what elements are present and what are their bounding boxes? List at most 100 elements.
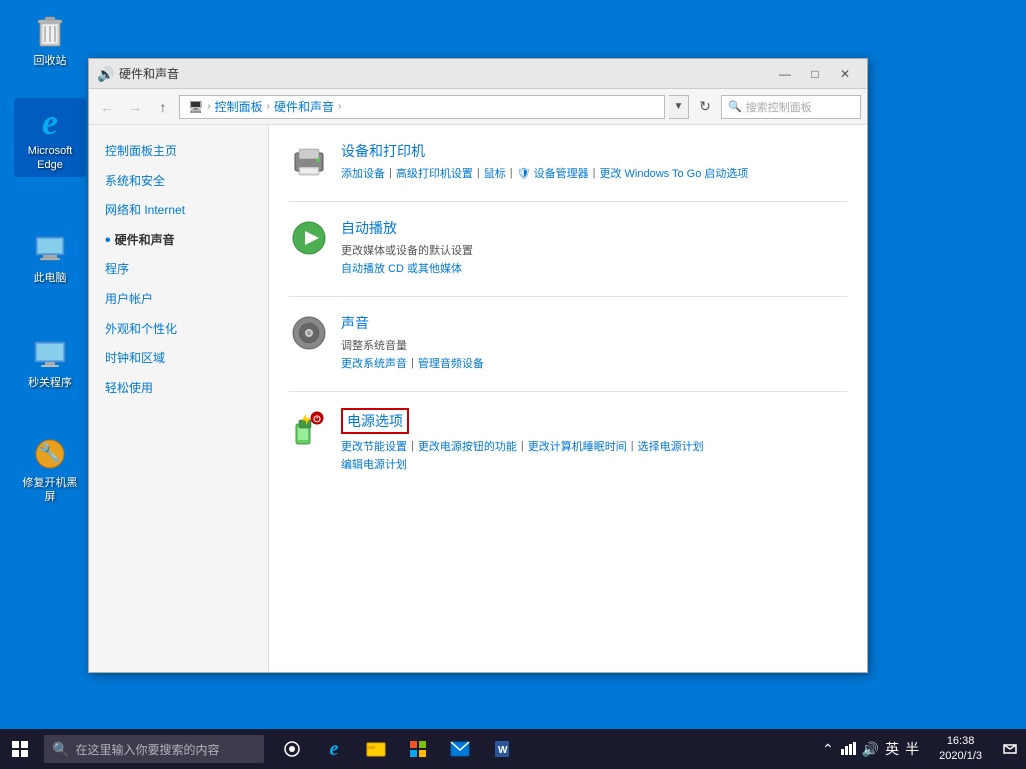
- energy-settings-link[interactable]: 更改节能设置: [341, 438, 407, 454]
- devices-printers-icon: [289, 141, 329, 181]
- address-dropdown[interactable]: ▼: [669, 95, 689, 119]
- shortcuts-label: 秒关程序: [28, 376, 72, 390]
- desktop-icon-fix-boot[interactable]: 🔧 修复开机黑屏: [14, 430, 86, 509]
- power-links2: 编辑电源计划: [341, 456, 847, 472]
- sidebar-item-hardware-sound[interactable]: • 硬件和声音: [89, 226, 268, 256]
- device-manager-link[interactable]: 🛡 设备管理器: [517, 165, 589, 181]
- divider-2: [289, 296, 847, 297]
- mouse-link[interactable]: 鼠标: [484, 165, 506, 181]
- taskbar-word-button[interactable]: W: [482, 729, 522, 769]
- back-button[interactable]: ←: [95, 95, 119, 119]
- taskbar-right: ⌃ 🔊 英 半 16:38 2020/1/3: [814, 729, 1026, 769]
- refresh-button[interactable]: ↻: [693, 95, 717, 119]
- taskbar-store-button[interactable]: [398, 729, 438, 769]
- taskbar-explorer-button[interactable]: [356, 729, 396, 769]
- title-bar: 🔊 硬件和声音 — □ ✕: [89, 59, 867, 89]
- up-button[interactable]: ↑: [151, 95, 175, 119]
- window-icon: 🔊: [97, 66, 113, 82]
- close-button[interactable]: ✕: [831, 64, 859, 84]
- desktop-icon-recycle-bin[interactable]: 回收站: [14, 8, 86, 72]
- address-separator2: ›: [267, 101, 270, 112]
- power-plan-link[interactable]: 选择电源计划: [638, 438, 704, 454]
- taskbar-clock[interactable]: 16:38 2020/1/3: [927, 729, 994, 769]
- forward-button[interactable]: →: [123, 95, 147, 119]
- category-devices-printers: 设备和打印机 添加设备 | 高级打印机设置 | 鼠标 | 🛡 设备管理器 | 更…: [289, 141, 847, 181]
- sound-title[interactable]: 声音: [341, 313, 369, 333]
- clock-time: 16:38: [947, 734, 975, 749]
- chevron-up-icon[interactable]: ⌃: [822, 741, 834, 758]
- edge-label: Microsoft Edge: [28, 144, 73, 173]
- notification-center-button[interactable]: [994, 729, 1026, 769]
- manage-audio-link[interactable]: 管理音频设备: [418, 355, 484, 371]
- sidebar-item-control-panel-home[interactable]: 控制面板主页: [89, 137, 268, 167]
- taskbar-icons: e W: [272, 729, 522, 769]
- power-button-link[interactable]: 更改电源按钮的功能: [418, 438, 517, 454]
- sound-links: 更改系统声音 | 管理音频设备: [341, 355, 847, 371]
- taskbar-edge-button[interactable]: e: [314, 729, 354, 769]
- desktop-icon-this-pc[interactable]: 此电脑: [14, 225, 86, 289]
- network-icon[interactable]: [840, 741, 856, 758]
- autoplay-title[interactable]: 自动播放: [341, 218, 397, 238]
- autoplay-desc: 更改媒体或设备的默认设置: [341, 242, 847, 258]
- recycle-bin-label: 回收站: [34, 54, 67, 68]
- sidebar-item-ease-access[interactable]: 轻松使用: [89, 374, 268, 404]
- sidebar-item-programs[interactable]: 程序: [89, 255, 268, 285]
- taskbar-search-icon: 🔍: [52, 741, 69, 758]
- change-system-sound-link[interactable]: 更改系统声音: [341, 355, 407, 371]
- sidebar-label-network: 网络和 Internet: [105, 200, 185, 222]
- task-view-button[interactable]: [272, 729, 312, 769]
- address-hardware-sound: 硬件和声音: [274, 98, 334, 115]
- category-sound: 声音 调整系统音量 更改系统声音 | 管理音频设备: [289, 313, 847, 371]
- category-power: ⏻ 电源选项 更改节能设置 | 更改电源按钮的功能 | 更改计算机睡眠时间 | …: [289, 408, 847, 472]
- systray: ⌃ 🔊 英 半: [814, 739, 927, 759]
- sidebar-item-network[interactable]: 网络和 Internet: [89, 196, 268, 226]
- address-pc-icon: 🖥: [188, 100, 203, 114]
- desktop-icon-edge[interactable]: e Microsoft Edge: [14, 98, 86, 177]
- maximize-button[interactable]: □: [801, 64, 829, 84]
- minimize-button[interactable]: —: [771, 64, 799, 84]
- devices-printers-title[interactable]: 设备和打印机: [341, 141, 425, 161]
- sidebar-label-ease-access: 轻松使用: [105, 378, 153, 400]
- svg-text:⏻: ⏻: [313, 414, 321, 424]
- lang-indicator[interactable]: 英: [885, 739, 899, 759]
- address-field[interactable]: 🖥 › 控制面板 › 硬件和声音 ›: [179, 95, 665, 119]
- sidebar-label-programs: 程序: [105, 259, 129, 281]
- sidebar-item-user-accounts[interactable]: 用户帐户: [89, 285, 268, 315]
- recycle-bin-icon: [30, 12, 70, 52]
- taskbar-search[interactable]: 🔍 在这里输入你要搜索的内容: [44, 735, 264, 763]
- power-links: 更改节能设置 | 更改电源按钮的功能 | 更改计算机睡眠时间 | 选择电源计划: [341, 438, 847, 454]
- sleep-time-link[interactable]: 更改计算机睡眠时间: [528, 438, 627, 454]
- devices-printers-content: 设备和打印机 添加设备 | 高级打印机设置 | 鼠标 | 🛡 设备管理器 | 更…: [341, 141, 847, 181]
- address-separator1: ›: [207, 101, 210, 112]
- taskbar-search-text: 在这里输入你要搜索的内容: [75, 741, 219, 758]
- sound-desc: 调整系统音量: [341, 337, 847, 353]
- printer-settings-link[interactable]: 高级打印机设置: [396, 165, 473, 181]
- address-separator3: ›: [338, 101, 341, 112]
- sidebar-item-appearance[interactable]: 外观和个性化: [89, 315, 268, 345]
- category-autoplay: 自动播放 更改媒体或设备的默认设置 自动播放 CD 或其他媒体: [289, 218, 847, 276]
- add-device-link[interactable]: 添加设备: [341, 165, 385, 181]
- sidebar-item-system-security[interactable]: 系统和安全: [89, 167, 268, 197]
- sound-content: 声音 调整系统音量 更改系统声音 | 管理音频设备: [341, 313, 847, 371]
- volume-icon[interactable]: 🔊: [862, 741, 879, 758]
- sidebar-label-control-panel-home: 控制面板主页: [105, 141, 177, 163]
- edge-icon: e: [30, 102, 70, 142]
- address-control-panel: 控制面板: [215, 98, 263, 115]
- svg-text:🔧: 🔧: [39, 442, 61, 463]
- search-field[interactable]: 🔍 搜索控制面板: [721, 95, 861, 119]
- ime-indicator[interactable]: 半: [905, 739, 919, 759]
- start-button[interactable]: [0, 729, 40, 769]
- fix-boot-label: 修复开机黑屏: [18, 476, 82, 505]
- sidebar-item-clock-region[interactable]: 时钟和区域: [89, 344, 268, 374]
- power-title[interactable]: 电源选项: [347, 411, 403, 431]
- taskbar-mail-button[interactable]: [440, 729, 480, 769]
- bullet-icon: •: [105, 233, 111, 249]
- this-pc-label: 此电脑: [34, 271, 67, 285]
- windows-to-go-link[interactable]: 更改 Windows To Go 启动选项: [599, 165, 748, 181]
- edit-power-plan-link[interactable]: 编辑电源计划: [341, 456, 407, 472]
- power-icon: ⏻: [289, 408, 329, 448]
- desktop-icon-shortcuts[interactable]: 秒关程序: [14, 330, 86, 394]
- sidebar-label-hardware-sound: 硬件和声音: [115, 230, 175, 252]
- taskbar: 🔍 在这里输入你要搜索的内容 e: [0, 729, 1026, 769]
- autoplay-cd-link[interactable]: 自动播放 CD 或其他媒体: [341, 260, 462, 276]
